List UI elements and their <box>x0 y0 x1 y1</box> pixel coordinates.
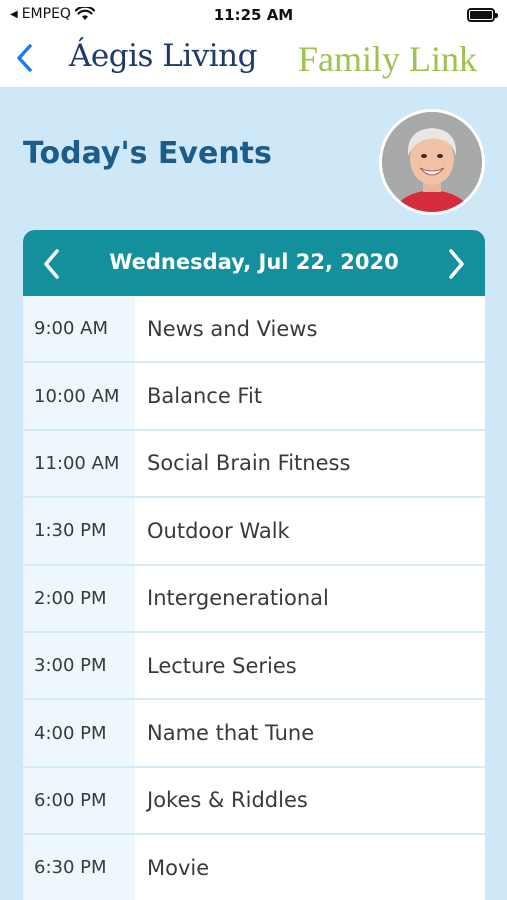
next-day-button[interactable] <box>439 244 475 284</box>
back-button[interactable] <box>10 38 38 78</box>
event-row[interactable]: 2:00 PM Intergenerational <box>23 565 485 633</box>
event-name: News and Views <box>135 296 485 362</box>
event-name: Balance Fit <box>135 363 485 429</box>
event-name: Name that Tune <box>135 700 485 766</box>
status-time: 11:25 AM <box>213 6 294 24</box>
calendar-header: Wednesday, Jul 22, 2020 <box>23 230 485 296</box>
avatar[interactable] <box>379 109 485 215</box>
event-time: 11:00 AM <box>23 430 135 497</box>
event-row[interactable]: 3:00 PM Lecture Series <box>23 632 485 701</box>
event-time: 1:30 PM <box>23 498 135 564</box>
event-time: 2:00 PM <box>23 565 135 631</box>
event-name: Intergenerational <box>135 565 485 631</box>
event-name: Outdoor Walk <box>135 498 485 564</box>
event-time: 6:30 PM <box>23 835 135 900</box>
brand-logo-aegis: Áegis Living <box>69 38 258 74</box>
page-title: Today's Events <box>23 136 272 171</box>
events-calendar: Wednesday, Jul 22, 2020 9:00 AM News and… <box>23 230 485 900</box>
event-time: 4:00 PM <box>23 700 135 766</box>
status-bar: ◀ EMPEQ 11:25 AM <box>0 0 507 30</box>
event-row[interactable]: 1:30 PM Outdoor Walk <box>23 498 485 566</box>
event-row[interactable]: 11:00 AM Social Brain Fitness <box>23 430 485 499</box>
event-row[interactable]: 6:30 PM Movie <box>23 835 485 900</box>
battery-icon <box>467 8 498 22</box>
event-time: 10:00 AM <box>23 363 135 429</box>
chevron-right-icon <box>449 249 464 279</box>
event-row[interactable]: 6:00 PM Jokes & Riddles <box>23 767 485 836</box>
calendar-date: Wednesday, Jul 22, 2020 <box>109 250 399 274</box>
event-time: 3:00 PM <box>23 632 135 699</box>
event-time: 6:00 PM <box>23 767 135 834</box>
event-name: Lecture Series <box>135 632 485 699</box>
event-name: Movie <box>135 835 485 900</box>
nav-bar: Áegis Living Family Link <box>0 30 507 88</box>
brand-family-link: Family Link <box>298 39 477 79</box>
event-list: 9:00 AM News and Views 10:00 AM Balance … <box>23 296 485 900</box>
event-name: Jokes & Riddles <box>135 767 485 834</box>
event-row[interactable]: 4:00 PM Name that Tune <box>23 700 485 768</box>
avatar-photo <box>382 112 482 212</box>
event-row[interactable]: 9:00 AM News and Views <box>23 296 485 364</box>
chevron-left-icon <box>17 44 32 72</box>
event-name: Social Brain Fitness <box>135 430 485 497</box>
event-time: 9:00 AM <box>23 296 135 362</box>
event-row[interactable]: 10:00 AM Balance Fit <box>23 363 485 431</box>
